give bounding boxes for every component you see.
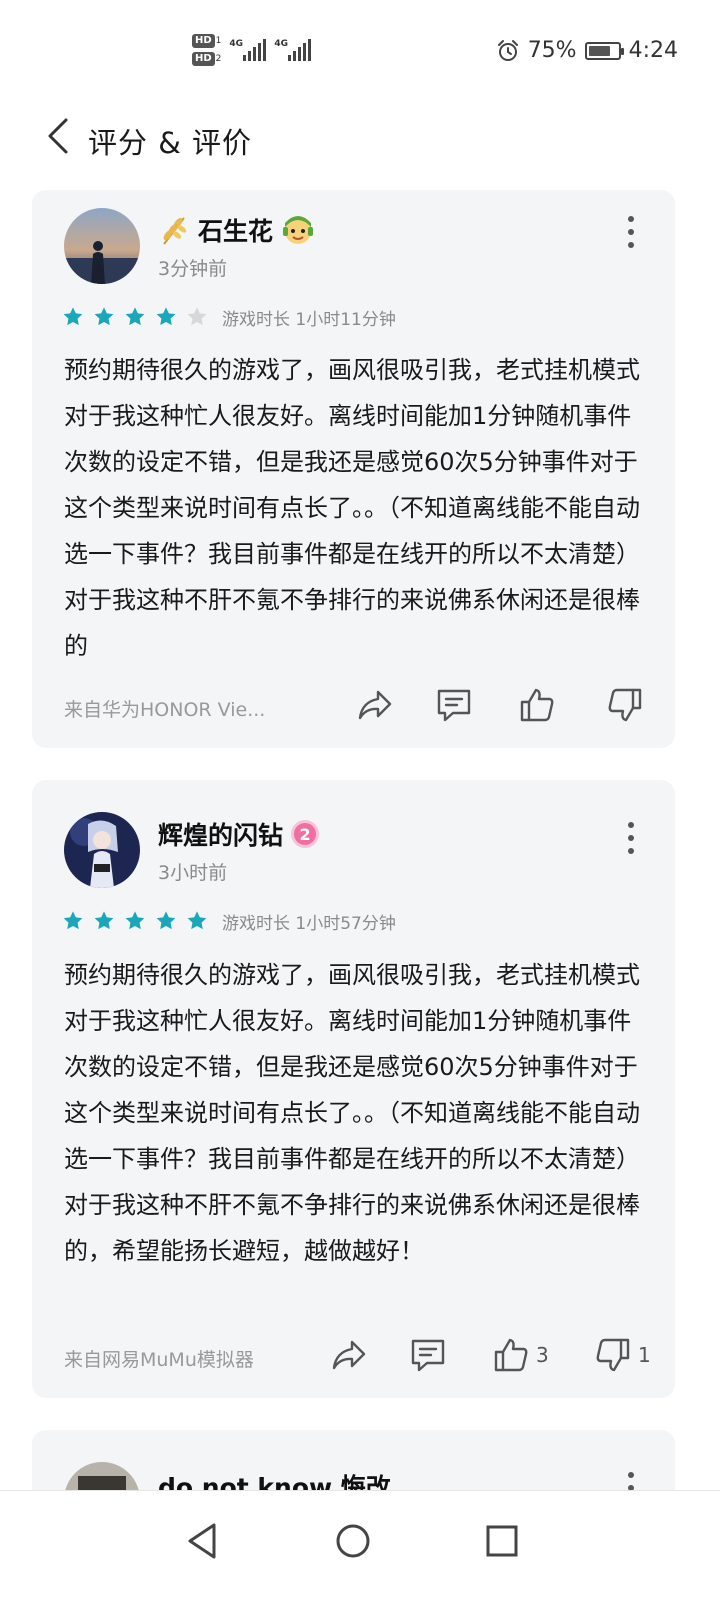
star-filled-icon	[156, 911, 176, 930]
star-filled-icon	[63, 307, 83, 326]
hd2-indicator: HD 2	[192, 52, 221, 66]
dislike-count: 1	[638, 1343, 651, 1367]
star-filled-icon	[63, 911, 83, 930]
signal-icon: 4G	[229, 39, 267, 61]
alarm-icon	[497, 39, 518, 61]
page-title: 评分 & 评价	[88, 126, 253, 160]
status-bar: HD 1 HD 2 4G 4G 75% 4:24	[0, 0, 720, 100]
star-empty-icon	[187, 307, 207, 326]
review-device: 来自华为HONOR Vie...	[64, 699, 266, 721]
review-card: 辉煌的闪钻 2 3小时前 游戏时长 1小时57分钟 预约期待很久的游戏了，画风很…	[32, 780, 675, 1398]
review-device: 来自网易MuMu模拟器	[64, 1349, 254, 1371]
nav-home-icon	[336, 1524, 370, 1558]
avatar[interactable]	[64, 208, 140, 284]
review-time: 3小时前	[158, 862, 228, 884]
system-nav-bar	[0, 1490, 720, 1600]
like-button[interactable]	[518, 686, 562, 724]
thumbs-up-icon	[494, 1338, 528, 1372]
star-filled-icon	[156, 307, 176, 326]
comment-button[interactable]	[409, 1336, 447, 1374]
review-card: 石生花 3分钟前 游戏时长 1小时11分钟 预约期待很久的游戏了，画风很吸引我，…	[32, 190, 675, 748]
avatar[interactable]	[64, 812, 140, 888]
nav-back-icon	[188, 1523, 216, 1559]
back-button[interactable]	[40, 116, 80, 156]
star-filled-icon	[125, 307, 145, 326]
dislike-button[interactable]: 1	[594, 1336, 651, 1374]
share-button[interactable]	[356, 686, 394, 724]
battery-icon	[584, 41, 624, 60]
status-right: 75% 4:24	[496, 38, 678, 63]
rating-stars	[62, 910, 208, 932]
dislike-button[interactable]	[606, 686, 650, 724]
hd1-indicator: HD 1	[192, 34, 221, 48]
thumbs-down-icon	[608, 688, 642, 722]
app-header: 评分 & 评价	[0, 108, 720, 164]
status-left: HD 1 HD 2 4G 4G	[192, 34, 312, 66]
more-vertical-icon[interactable]	[625, 822, 637, 854]
username[interactable]: 辉煌的闪钻 2	[158, 816, 320, 852]
battery-percent: 75%	[527, 38, 577, 63]
review-text: 预约期待很久的游戏了，画风很吸引我，老式挂机模式对于我这种忙人很友好。离线时间能…	[64, 356, 640, 660]
comment-icon	[411, 1339, 445, 1372]
wheat-icon	[163, 217, 187, 245]
rating-stars	[62, 306, 208, 328]
nav-recent-button[interactable]	[472, 1511, 532, 1571]
comment-icon	[437, 689, 471, 722]
comment-button[interactable]	[435, 686, 473, 724]
nav-back-button[interactable]	[172, 1511, 232, 1571]
level-badge: 2	[291, 820, 320, 848]
chevron-left-icon	[48, 118, 68, 154]
review-text: 预约期待很久的游戏了，画风很吸引我，老式挂机模式对于我这种忙人很友好。离线时间能…	[64, 961, 640, 1265]
like-button[interactable]: 3	[492, 1336, 549, 1374]
share-icon	[358, 690, 392, 720]
review-time: 3分钟前	[158, 258, 228, 280]
star-filled-icon	[125, 911, 145, 930]
clock: 4:24	[628, 38, 678, 63]
nav-home-button[interactable]	[323, 1511, 383, 1571]
playtime: 游戏时长 1小时57分钟	[222, 914, 396, 934]
thumbs-up-icon	[520, 688, 554, 722]
star-filled-icon	[94, 307, 114, 326]
thumbs-down-icon	[596, 1338, 630, 1372]
share-icon	[332, 1340, 366, 1370]
signal-icon: 4G	[274, 39, 312, 61]
nav-recent-icon	[486, 1525, 518, 1557]
playtime: 游戏时长 1小时11分钟	[222, 310, 396, 330]
star-filled-icon	[187, 911, 207, 930]
more-vertical-icon[interactable]	[625, 216, 637, 248]
username[interactable]: 石生花	[158, 212, 315, 248]
star-filled-icon	[94, 911, 114, 930]
like-count: 3	[536, 1343, 549, 1367]
cartoon-face-icon	[283, 216, 314, 244]
share-button[interactable]	[330, 1336, 368, 1374]
